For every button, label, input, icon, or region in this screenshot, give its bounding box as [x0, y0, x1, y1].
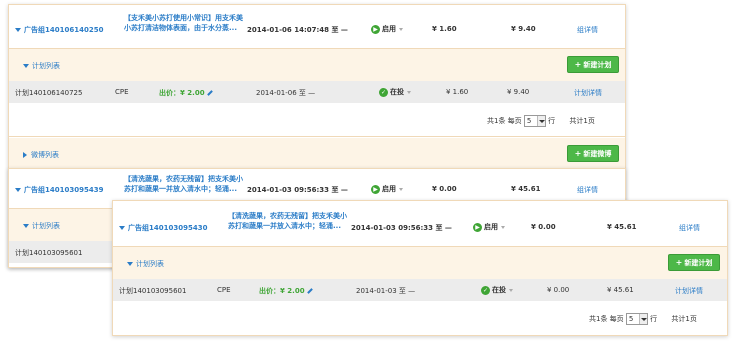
plan-detail-link[interactable]: 计划详情 [675, 286, 703, 296]
plan-list-toggle[interactable]: 计划列表 [23, 221, 60, 231]
pager: 共1条 每页 5 行 共计1页 [9, 103, 625, 137]
ad-title-link[interactable]: 【支禾美小苏打使用小常识】用支禾美小苏打清洁物体表面，由于水分蒸... [124, 13, 246, 33]
ad-group-toggle[interactable]: 广告组140103095439 [15, 185, 103, 195]
plan-status[interactable]: ✓ 在投 [379, 87, 411, 97]
ad-title-link[interactable]: 【清洗蔬果，农药无残留】把支禾美小苏打和蔬果一并放入清水中；轻涌... [124, 174, 246, 194]
group-detail-link[interactable]: 组详情 [577, 185, 598, 195]
price-2: ¥ 45.61 [607, 223, 637, 231]
price-2: ¥ 9.40 [511, 25, 536, 33]
play-icon: ▶ [371, 184, 380, 194]
chevron-down-icon [15, 188, 21, 192]
plus-icon: + [675, 258, 683, 267]
pager-info: 共1条 每页 5 行 共计1页 [589, 313, 697, 325]
front-panel: 广告组140103095430 【清洗蔬果，农药无残留】把支禾美小苏打和蔬果一并… [112, 200, 728, 336]
plan-list-toggle[interactable]: 计划列表 [23, 61, 60, 71]
plan-name: 计划140103095601 [119, 287, 187, 295]
weibo-list-bar: 微博列表 + 新建微博 [9, 138, 625, 170]
chevron-down-icon [536, 116, 545, 126]
ad-group-toggle[interactable]: 广告组140106140250 [15, 25, 103, 35]
ad-date: 2014-01-03 09:56:33 至 — [351, 224, 452, 232]
plan-v2: ¥ 45.61 [607, 286, 634, 294]
bid-edit[interactable]: 出价：¥ 2.00 [159, 88, 213, 98]
chevron-down-icon [23, 224, 29, 228]
plan-v2: ¥ 9.40 [507, 88, 530, 96]
check-icon: ✓ [379, 87, 388, 97]
status-toggle[interactable]: ▶ 启用 [371, 184, 403, 194]
ad-group-row: 广告组140103095430 【清洗蔬果，农药无残留】把支禾美小苏打和蔬果一并… [113, 201, 727, 247]
bid-edit[interactable]: 出价：¥ 2.00 [259, 286, 313, 296]
pencil-icon [206, 90, 213, 96]
new-weibo-button[interactable]: + 新建微博 [567, 145, 619, 162]
weibo-list-toggle[interactable]: 微博列表 [23, 150, 59, 160]
page-size-select[interactable]: 5 [625, 313, 648, 325]
play-icon: ▶ [371, 24, 380, 34]
chevron-down-icon [119, 226, 125, 230]
plan-row: 计划140106140725 CPE 出价：¥ 2.00 2014-01-06 … [9, 81, 625, 103]
dropdown-icon [399, 187, 403, 191]
plus-icon: + [574, 149, 582, 158]
plan-name: 计划140106140725 [15, 89, 83, 97]
plan-list-toggle[interactable]: 计划列表 [127, 259, 164, 269]
plan-list-bar: 计划列表 + 新建计划 [113, 247, 727, 279]
price-1: ¥ 0.00 [531, 223, 556, 231]
group-detail-link[interactable]: 组详情 [679, 223, 700, 233]
chevron-down-icon [638, 314, 647, 324]
new-plan-button[interactable]: + 新建计划 [567, 56, 619, 73]
chevron-down-icon [23, 64, 29, 68]
plan-date: 2014-01-06 至 — [256, 89, 316, 97]
play-icon: ▶ [473, 222, 482, 232]
check-icon: ✓ [481, 285, 490, 295]
group-detail-link[interactable]: 组详情 [577, 25, 598, 35]
chevron-down-icon [127, 262, 133, 266]
plan-name: 计划140103095601 [15, 249, 83, 257]
dropdown-icon [399, 27, 403, 31]
plan-v1: ¥ 1.60 [446, 88, 469, 96]
plan-list-bar: 计划列表 + 新建计划 [9, 49, 625, 81]
chevron-right-icon [23, 152, 27, 158]
ad-group-toggle[interactable]: 广告组140103095430 [119, 223, 207, 233]
ad-date: 2014-01-06 14:07:48 至 — [247, 26, 348, 34]
plan-v1: ¥ 0.00 [547, 286, 570, 294]
pager-info: 共1条 每页 5 行 共计1页 [487, 115, 595, 127]
chevron-down-icon [15, 28, 21, 32]
ad-group-row: 广告组140106140250 【支禾美小苏打使用小常识】用支禾美小苏打清洁物体… [9, 5, 625, 49]
dropdown-icon [407, 90, 411, 94]
price-2: ¥ 45.61 [511, 185, 541, 193]
plan-status[interactable]: ✓ 在投 [481, 285, 513, 295]
price-1: ¥ 1.60 [432, 25, 457, 33]
plan-detail-link[interactable]: 计划详情 [574, 88, 602, 98]
plan-date: 2014-01-03 至 — [356, 287, 416, 295]
status-toggle[interactable]: ▶ 启用 [371, 24, 403, 34]
dropdown-icon [501, 225, 505, 229]
plan-row: 计划140103095601 CPE 出价：¥ 2.00 2014-01-03 … [113, 279, 727, 301]
ad-date: 2014-01-03 09:56:33 至 — [247, 186, 348, 194]
price-1: ¥ 0.00 [432, 185, 457, 193]
new-plan-button[interactable]: + 新建计划 [668, 254, 720, 271]
dropdown-icon [509, 288, 513, 292]
plus-icon: + [574, 60, 582, 69]
pencil-icon [306, 288, 313, 294]
page-size-select[interactable]: 5 [523, 115, 546, 127]
plan-type: CPE [217, 286, 231, 294]
ad-title-link[interactable]: 【清洗蔬果，农药无残留】把支禾美小苏打和蔬果一并放入清水中；轻涌... [228, 211, 350, 231]
pager: 共1条 每页 5 行 共计1页 [113, 301, 727, 335]
plan-type: CPE [115, 88, 129, 96]
status-toggle[interactable]: ▶ 启用 [473, 222, 505, 232]
